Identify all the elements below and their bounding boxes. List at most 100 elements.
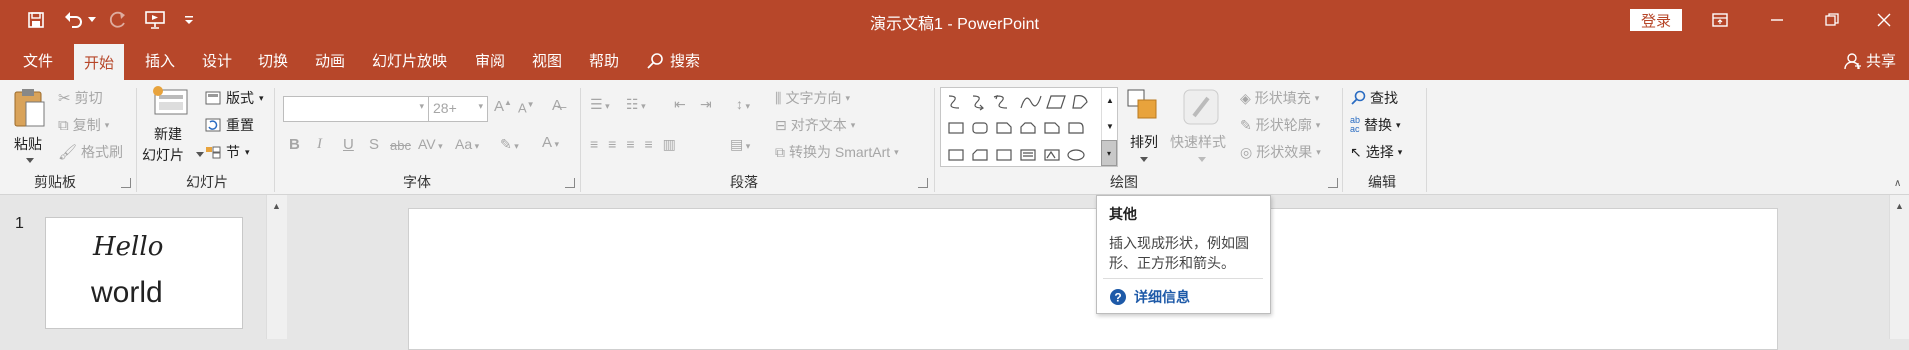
text-direction-icon: ⫼	[775, 89, 782, 106]
scroll-up-icon[interactable]: ▲	[1895, 201, 1904, 211]
chevron-down-icon[interactable]: ▾	[419, 101, 424, 112]
italic-button[interactable]: I	[317, 136, 322, 153]
slides-group-label: 幻灯片	[186, 174, 228, 190]
shape-fill-button[interactable]: ◈ 形状填充 ▾	[1240, 88, 1319, 108]
tab-slideshow[interactable]: 幻灯片放映	[372, 50, 447, 71]
align-text-button[interactable]: ⊟ 对齐文本 ▾	[775, 115, 855, 135]
replace-button[interactable]: ab ac 替换 ▾	[1350, 115, 1401, 135]
tooltip-body-line1: 插入现成形状，例如圆	[1109, 235, 1249, 251]
bullets-button[interactable]: ☰ ▾	[590, 96, 610, 113]
thumbnail-scrollbar[interactable]: ▲	[266, 195, 287, 339]
section-icon	[206, 146, 221, 159]
collapse-ribbon-icon[interactable]: ∧	[1894, 178, 1901, 189]
editor-scrollbar[interactable]: ▲	[1889, 195, 1909, 339]
reset-label: 重置	[226, 117, 254, 133]
find-button[interactable]: 查找	[1350, 88, 1398, 108]
quick-styles-label: 快速样式	[1170, 134, 1226, 150]
strikethrough-button[interactable]: abc	[390, 138, 411, 153]
tab-help[interactable]: 帮助	[589, 50, 619, 71]
tab-insert[interactable]: 插入	[145, 50, 175, 71]
shape-outline-button[interactable]: ✎ 形状轮廓 ▾	[1240, 115, 1320, 135]
arrange-button[interactable]: 排列	[1124, 88, 1164, 172]
alignment-buttons[interactable]: ≡≡≡≡▥	[590, 136, 686, 153]
gallery-more-button[interactable]: ▾	[1101, 140, 1117, 166]
slide-thumbnail-pane: 1 Hello world ▲	[0, 195, 290, 339]
font-launcher-icon[interactable]	[565, 178, 575, 188]
tab-review[interactable]: 审阅	[475, 50, 505, 71]
slide-number: 1	[15, 215, 24, 232]
minimize-icon[interactable]	[1765, 8, 1789, 32]
scroll-up-icon[interactable]: ▲	[272, 201, 281, 211]
tooltip-title: 其他	[1109, 206, 1137, 222]
editing-group-label: 编辑	[1368, 174, 1396, 190]
tab-transitions[interactable]: 切换	[258, 50, 288, 71]
font-name-combo[interactable]: ▾	[283, 96, 429, 122]
chevron-down-icon[interactable]: ▾	[478, 101, 483, 112]
reset-icon	[205, 118, 221, 132]
tab-design[interactable]: 设计	[202, 50, 232, 71]
quick-styles-button[interactable]: 快速样式	[1168, 88, 1234, 172]
ribbon-display-options-icon[interactable]	[1708, 8, 1732, 32]
restore-icon[interactable]	[1820, 8, 1844, 32]
drawing-launcher-icon[interactable]	[1328, 178, 1338, 188]
close-icon[interactable]	[1872, 8, 1896, 32]
copy-button[interactable]: ⧉ 复制 ▾	[58, 115, 109, 135]
change-case-button[interactable]: Aa ▾	[455, 136, 479, 152]
pencil-icon: ✎	[1240, 116, 1252, 133]
chevron-down-icon	[196, 152, 204, 157]
tab-home[interactable]: 开始	[74, 44, 125, 80]
line-spacing-button[interactable]: ↕ ▾	[736, 96, 750, 112]
highlight-button[interactable]: ✎ ▾	[500, 136, 519, 153]
paste-label: 粘贴	[14, 136, 42, 152]
font-color-button[interactable]: A ▾	[542, 134, 559, 151]
gallery-scroll-up[interactable]: ▲	[1101, 88, 1118, 114]
section-button[interactable]: 节 ▾	[205, 142, 250, 162]
new-slide-button[interactable]: 新建 幻灯片	[142, 86, 204, 166]
tooltip-link-label: 详细信息	[1134, 289, 1190, 305]
login-button[interactable]: 登录	[1630, 9, 1682, 31]
share-button[interactable]: 共享	[1844, 50, 1896, 71]
current-slide[interactable]	[408, 208, 1778, 350]
format-painter-label: 格式刷	[81, 144, 124, 160]
reset-button[interactable]: 重置	[205, 115, 254, 135]
character-spacing-button[interactable]: AV ▾	[418, 136, 443, 152]
select-button[interactable]: ↖ 选择 ▾	[1350, 142, 1402, 162]
tab-view[interactable]: 视图	[532, 50, 562, 71]
underline-button[interactable]: U	[343, 136, 354, 153]
tell-me-search[interactable]: 搜索	[646, 50, 700, 71]
divider	[934, 88, 935, 192]
cut-button[interactable]: ✂ 剪切	[58, 88, 103, 108]
tooltip-divider	[1103, 278, 1263, 279]
decrease-indent-button[interactable]: ⇤	[674, 96, 686, 113]
tooltip-more-info-link[interactable]: ? 详细信息	[1109, 287, 1190, 307]
tab-file[interactable]: 文件	[23, 50, 53, 71]
increase-font-size-button[interactable]: A▲	[494, 98, 512, 115]
convert-smartart-button[interactable]: ⧉ 转换为 SmartArt ▾	[775, 142, 899, 162]
paste-button[interactable]: 粘贴	[12, 86, 52, 163]
clipboard-launcher-icon[interactable]	[121, 178, 131, 188]
layout-button[interactable]: 版式 ▾	[205, 88, 264, 108]
share-label: 共享	[1866, 53, 1897, 70]
gallery-scroll-down[interactable]: ▼	[1101, 114, 1118, 140]
font-size-combo[interactable]: 28+ ▾	[428, 96, 488, 122]
slide-thumbnail[interactable]: Hello world	[45, 217, 243, 329]
shape-effects-button[interactable]: ◎ 形状效果 ▾	[1240, 142, 1321, 162]
numbering-button[interactable]: ☷ ▾	[626, 96, 646, 113]
align-text-icon: ⊟	[775, 116, 787, 133]
chevron-down-icon	[1198, 157, 1206, 162]
thumb-text-line2: world	[91, 276, 163, 309]
ribbon-home: 粘贴 ✂剪切 ⧉复制▾ 🖌格式刷 剪贴板 新建 幻灯片 版式▾ 重置	[0, 80, 1909, 195]
increase-indent-button[interactable]: ⇥	[700, 96, 712, 113]
columns-button[interactable]: ▤ ▾	[730, 136, 750, 153]
bold-button[interactable]: B	[289, 136, 300, 153]
chevron-down-icon	[26, 158, 34, 163]
text-direction-button[interactable]: ⫼ 文字方向 ▾	[775, 88, 850, 108]
tab-animations[interactable]: 动画	[315, 50, 345, 71]
paragraph-launcher-icon[interactable]	[918, 178, 928, 188]
format-painter-button[interactable]: 🖌 格式刷	[58, 142, 123, 162]
text-shadow-button[interactable]: S	[369, 136, 379, 153]
decrease-font-size-button[interactable]: A▼	[518, 100, 535, 115]
clear-formatting-icon[interactable]: A̶	[552, 97, 562, 114]
shapes-gallery[interactable]: ▲ ▼ ▾	[940, 87, 1118, 167]
layout-icon	[205, 91, 221, 105]
